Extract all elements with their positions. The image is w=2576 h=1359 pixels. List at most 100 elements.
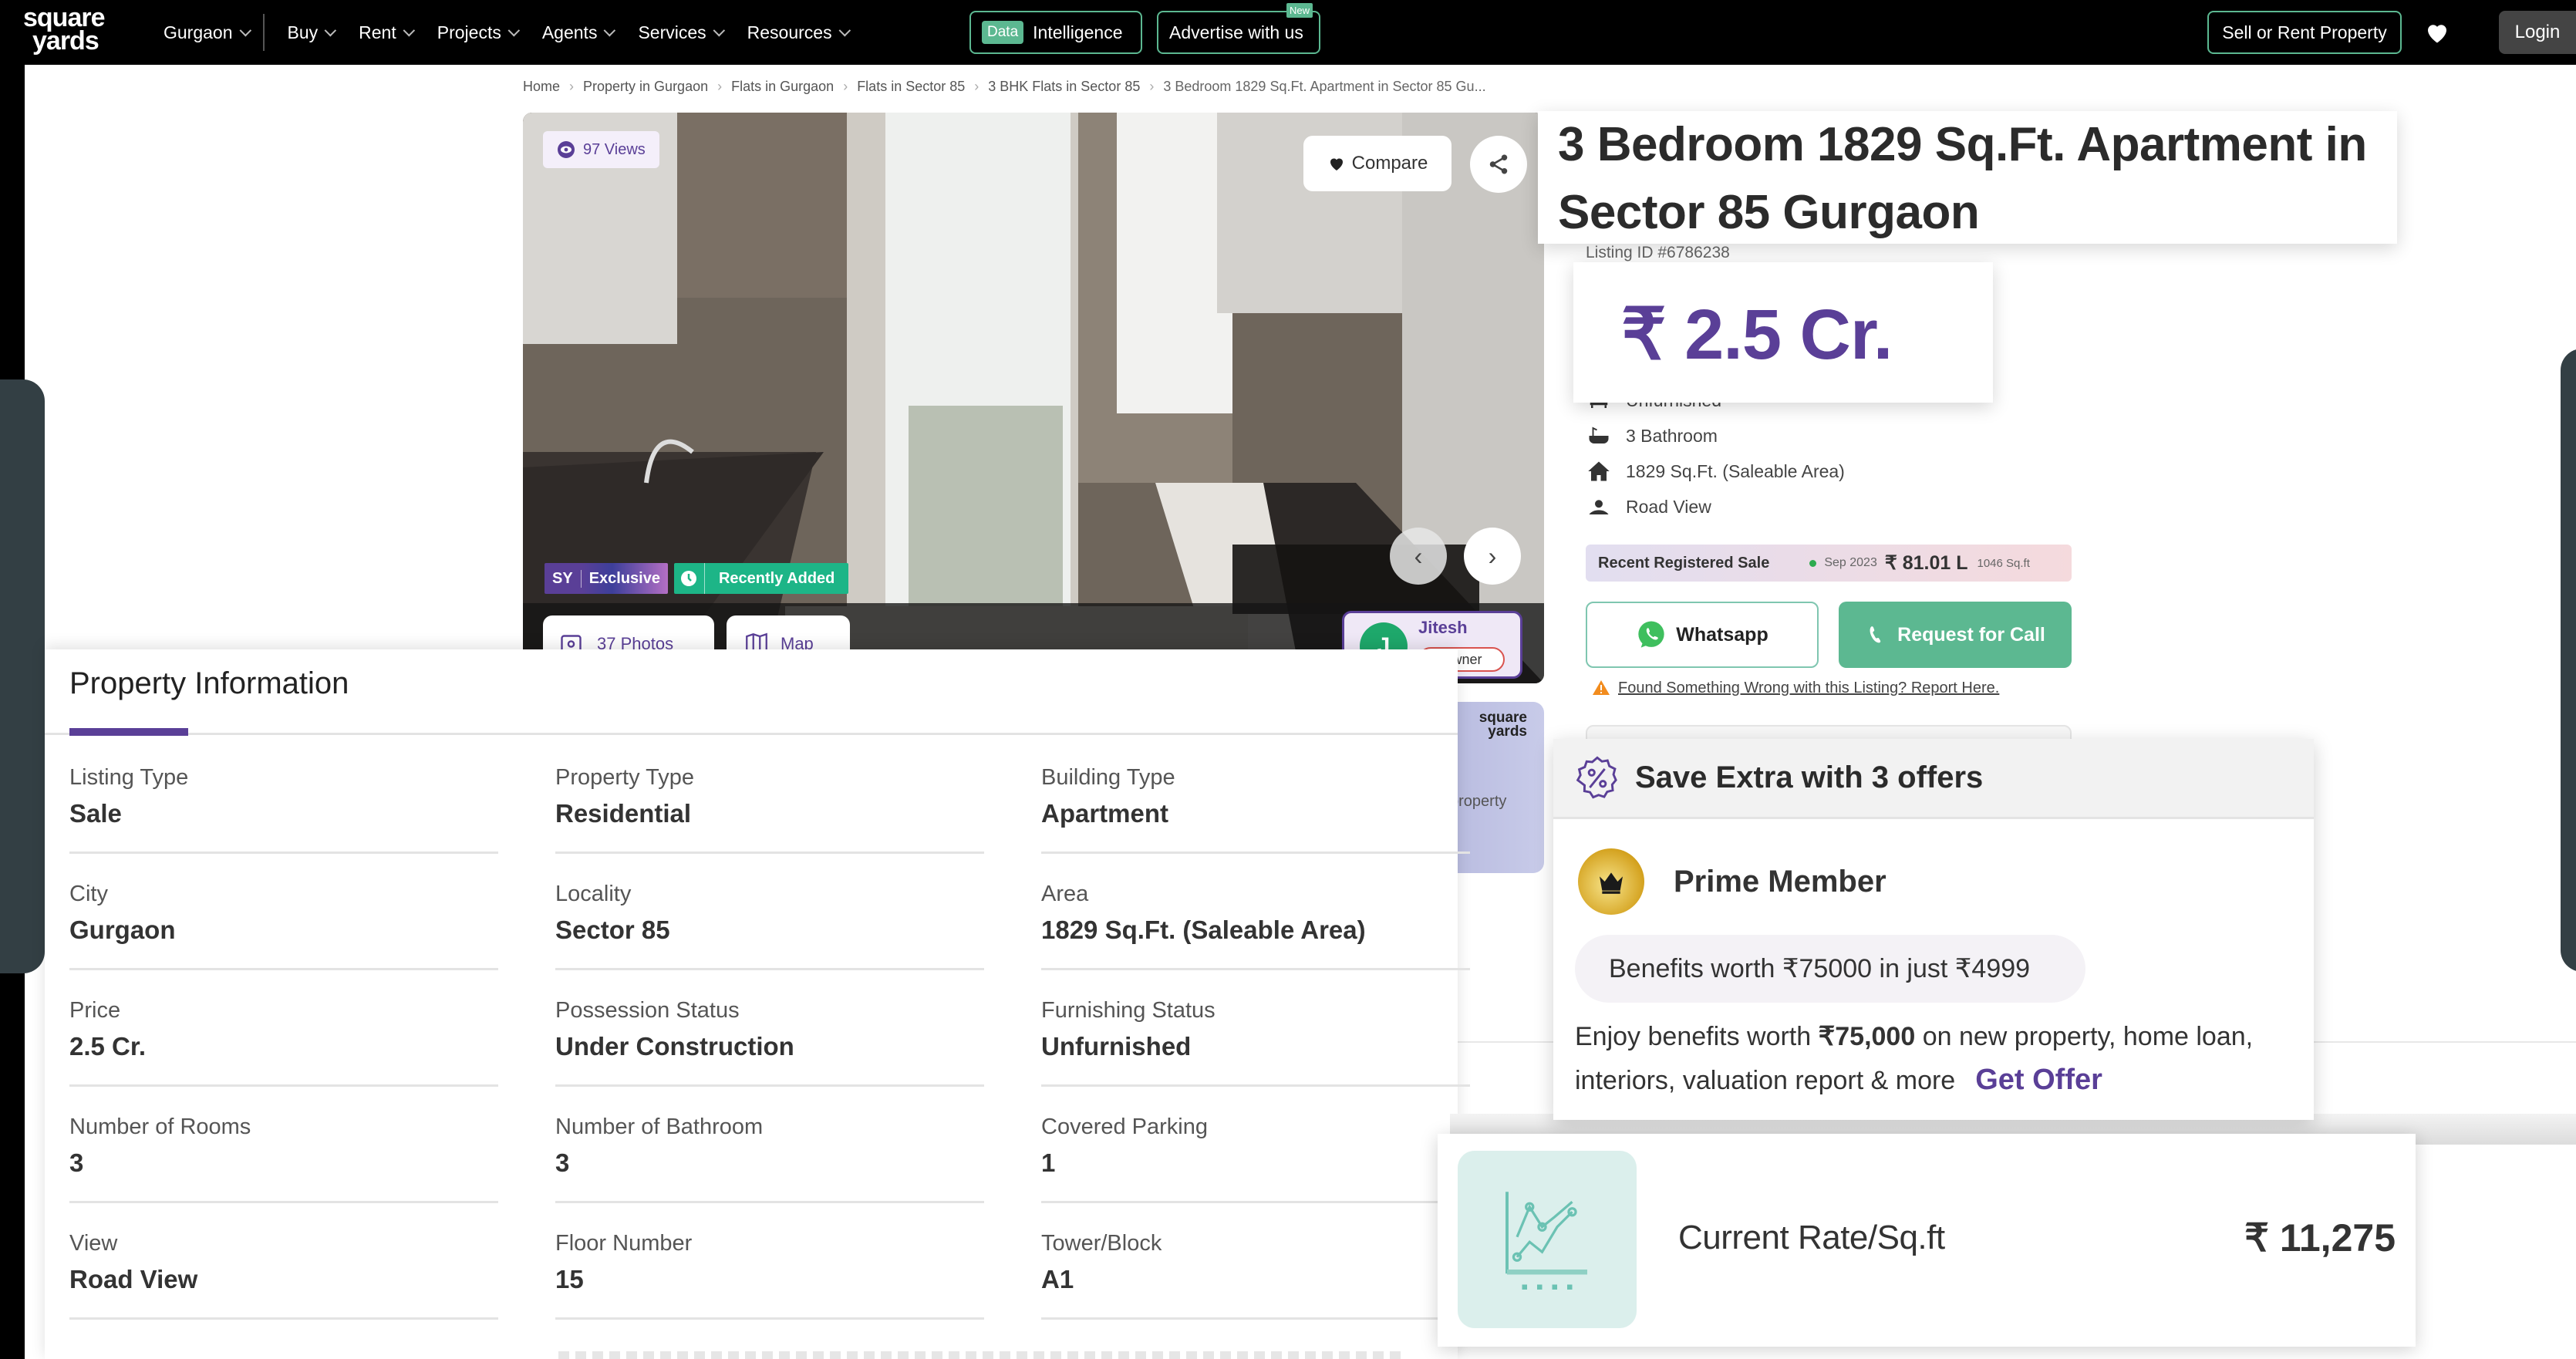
recently-added-label: Recently Added bbox=[718, 569, 835, 587]
nav-city-selector[interactable]: Gurgaon bbox=[164, 22, 251, 43]
field-divider bbox=[1041, 1317, 1470, 1320]
kitchen-photo bbox=[523, 113, 1544, 683]
field-divider bbox=[69, 1084, 498, 1087]
compare-button[interactable]: Compare bbox=[1303, 136, 1452, 191]
prime-member-row: Prime Member bbox=[1578, 848, 1886, 915]
recently-added-badge: Recently Added bbox=[673, 563, 849, 594]
breadcrumb: Home › Property in Gurgaon › Flats in Gurg… bbox=[523, 79, 1486, 95]
breadcrumb-3bhk-flats[interactable]: 3 BHK Flats in Sector 85 bbox=[988, 79, 1140, 95]
compare-label: Compare bbox=[1351, 153, 1428, 174]
spec-view: Road View bbox=[1587, 489, 1845, 524]
breadcrumb-separator: › bbox=[843, 79, 848, 94]
breadcrumb-flats-in-gurgaon[interactable]: Flats in Gurgaon bbox=[731, 79, 834, 95]
next-photo-button[interactable]: › bbox=[1464, 528, 1521, 585]
previous-photo-button[interactable]: ‹ bbox=[1390, 528, 1447, 585]
breadcrumb-property-in-gurgaon[interactable]: Property in Gurgaon bbox=[583, 79, 708, 95]
property-info-field: Floor Number 15 bbox=[555, 1231, 984, 1347]
chevron-left-icon: ‹ bbox=[1414, 541, 1423, 570]
listing-title-card: 3 Bedroom 1829 Sq.Ft. Apartment in Secto… bbox=[1538, 111, 2397, 244]
breadcrumb-flats-in-sector-85[interactable]: Flats in Sector 85 bbox=[857, 79, 965, 95]
field-value: Under Construction bbox=[555, 1032, 794, 1061]
photo-gallery[interactable]: 97 Views Compare SY Exclusive Recently A… bbox=[523, 113, 1544, 683]
data-intelligence-button[interactable]: Data Intelligence bbox=[969, 11, 1142, 54]
top-navigation: square yards Gurgaon Buy Rent Projects A… bbox=[0, 0, 2576, 65]
field-label: Floor Number bbox=[555, 1231, 693, 1256]
clock-icon bbox=[674, 563, 705, 594]
field-divider bbox=[69, 1317, 498, 1320]
field-value: Sale bbox=[69, 799, 122, 828]
login-label: Login bbox=[2514, 22, 2561, 42]
whatsapp-label: Whatsapp bbox=[1676, 623, 1768, 646]
listing-price: ₹ 2.5 Cr. bbox=[1621, 295, 1893, 374]
chevron-down-icon bbox=[713, 24, 725, 36]
square-yards-logo[interactable]: square yards bbox=[23, 5, 131, 56]
field-divider bbox=[555, 1201, 984, 1203]
offers-panel: Save Extra with 3 offers Prime Member Be… bbox=[1553, 739, 2314, 1120]
field-divider bbox=[555, 1317, 984, 1320]
report-link[interactable]: Found Something Wrong with this Listing?… bbox=[1618, 680, 1999, 697]
logo-line-2: yards bbox=[32, 26, 99, 56]
field-divider bbox=[1041, 851, 1470, 854]
right-side-drawer-tab[interactable] bbox=[2561, 349, 2576, 972]
field-divider bbox=[1041, 1201, 1470, 1203]
property-info-field: Building Type Apartment bbox=[1041, 765, 1470, 882]
field-value: 1829 Sq.Ft. (Saleable Area) bbox=[1041, 916, 1366, 944]
nav-item-projects[interactable]: Projects bbox=[437, 22, 520, 43]
sy-exclusive-badge: SY Exclusive bbox=[545, 563, 668, 594]
field-value: 15 bbox=[555, 1265, 584, 1293]
property-information-heading: Property Information bbox=[69, 666, 349, 700]
request-call-button[interactable]: Request for Call bbox=[1839, 602, 2072, 668]
listing-title: 3 Bedroom 1829 Sq.Ft. Apartment in Secto… bbox=[1558, 118, 2367, 239]
property-specs: Unfurnished 3 Bathroom 1829 Sq.Ft. (Sale… bbox=[1587, 383, 1845, 524]
current-rate-label: Current Rate/Sq.ft bbox=[1678, 1219, 1945, 1256]
whatsapp-button[interactable]: Whatsapp bbox=[1586, 602, 1819, 668]
field-value: Unfurnished bbox=[1041, 1032, 1192, 1061]
recent-sale-date: Sep 2023 bbox=[1824, 556, 1877, 569]
advertise-button[interactable]: Advertise with us New bbox=[1157, 3, 1320, 54]
nav-item-buy[interactable]: Buy bbox=[287, 22, 337, 43]
nav-item-rent[interactable]: Rent bbox=[359, 22, 415, 43]
price-card: ₹ 2.5 Cr. bbox=[1573, 262, 1993, 403]
property-info-field: Possession Status Under Construction bbox=[555, 998, 984, 1115]
field-label: City bbox=[69, 882, 108, 906]
get-offer-link[interactable]: Get Offer bbox=[1975, 1064, 2102, 1096]
login-button[interactable]: Login bbox=[2499, 11, 2576, 54]
views-badge: 97 Views bbox=[543, 131, 659, 168]
nav-item-agents[interactable]: Agents bbox=[542, 22, 616, 43]
field-label: Furnishing Status bbox=[1041, 998, 1216, 1023]
offers-header: Save Extra with 3 offers bbox=[1553, 739, 2314, 819]
recent-registered-sale[interactable]: Recent Registered Sale Sep 2023 ₹ 81.01 … bbox=[1586, 545, 2072, 582]
spec-bathroom: 3 Bathroom bbox=[1587, 418, 1845, 454]
current-rate-value: ₹ 11,275 bbox=[2244, 1216, 2396, 1260]
prime-member-title: Prime Member bbox=[1674, 864, 1886, 899]
property-info-field: Price 2.5 Cr. bbox=[69, 998, 498, 1115]
chevron-right-icon: › bbox=[1488, 541, 1497, 570]
chevron-down-icon bbox=[507, 24, 520, 36]
heart-icon[interactable] bbox=[2423, 19, 2451, 46]
sell-rent-property-button[interactable]: Sell or Rent Property bbox=[2207, 11, 2402, 54]
truncated-text-row bbox=[558, 1351, 1407, 1359]
chevron-down-icon bbox=[838, 24, 851, 36]
field-divider bbox=[69, 1201, 498, 1203]
heart-icon bbox=[1330, 158, 1343, 170]
breadcrumb-current: 3 Bedroom 1829 Sq.Ft. Apartment in Secto… bbox=[1163, 79, 1486, 94]
warning-icon bbox=[1593, 680, 1610, 695]
discount-badge-icon bbox=[1576, 756, 1617, 798]
nav-item-label: Services bbox=[638, 22, 706, 42]
field-value: Residential bbox=[555, 799, 692, 828]
field-value: Gurgaon bbox=[69, 916, 176, 944]
report-listing: Found Something Wrong with this Listing?… bbox=[1592, 679, 1999, 697]
field-divider bbox=[1041, 968, 1470, 970]
nav-item-services[interactable]: Services bbox=[638, 22, 725, 43]
home-icon bbox=[1588, 461, 1610, 481]
field-label: Area bbox=[1041, 882, 1089, 906]
nav-item-label: Buy bbox=[287, 22, 319, 42]
share-button[interactable] bbox=[1470, 136, 1527, 193]
nav-item-resources[interactable]: Resources bbox=[747, 22, 851, 43]
field-value: Apartment bbox=[1041, 799, 1169, 828]
promo-logo-line-2: yards bbox=[1488, 723, 1527, 740]
left-side-drawer-tab[interactable] bbox=[0, 379, 45, 973]
field-divider bbox=[555, 851, 984, 854]
breadcrumb-home[interactable]: Home bbox=[523, 79, 560, 95]
field-divider bbox=[69, 851, 498, 854]
